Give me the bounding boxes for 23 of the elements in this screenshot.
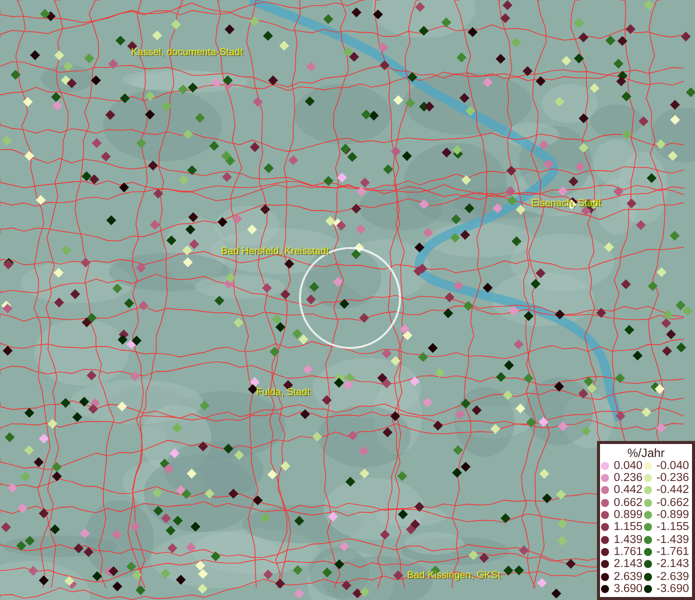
legend-label: -2.143: [655, 558, 689, 570]
legend-label: -2.639: [655, 570, 689, 583]
legend-label: -1.439: [655, 534, 689, 546]
legend-label: 0.442: [612, 484, 643, 496]
legend-label: -0.236: [655, 472, 689, 484]
legend-label: -0.899: [655, 509, 689, 522]
legend-label: 2.143: [612, 558, 643, 570]
legend-label: 1.155: [612, 521, 643, 534]
legend-label: 1.439: [612, 534, 643, 546]
legend-label: -0.442: [655, 484, 689, 496]
legend-label: 0.236: [612, 472, 643, 484]
legend-label: -1.761: [655, 546, 689, 558]
legend-label: 0.040: [612, 460, 643, 472]
legend-label: 2.639: [612, 570, 643, 583]
legend-label: -3.690: [655, 582, 689, 595]
legend-title: %/Jahr: [626, 446, 666, 460]
legend-label: 1.761: [612, 546, 643, 558]
legend-label: -1.155: [655, 521, 689, 534]
legend-label: -0.662: [655, 496, 689, 509]
legend-label: -0.040: [655, 460, 689, 472]
legend-label: 0.662: [612, 496, 643, 509]
legend-label: 0.899: [612, 509, 643, 522]
legend-label: 3.690: [612, 582, 643, 595]
